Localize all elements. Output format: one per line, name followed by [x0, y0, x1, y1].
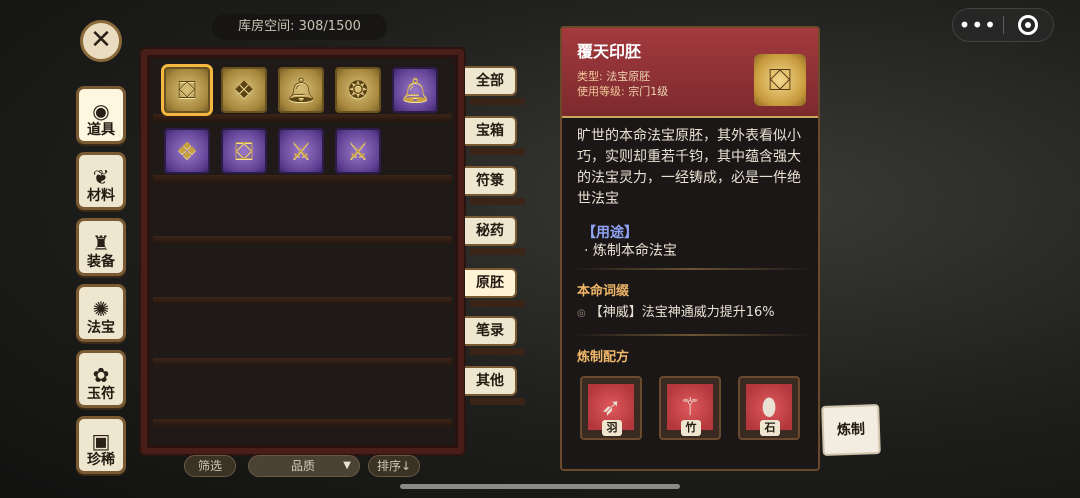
seal-cube-icon: ❖: [176, 137, 198, 165]
item-name: 覆天印胚: [577, 42, 642, 61]
nav-tab-label: 装备: [87, 254, 115, 270]
storage-capacity: 库房空间: 308/1500: [212, 14, 387, 40]
item-level-label: 使用等级:: [577, 85, 625, 98]
category-tab-other[interactable]: 其他: [465, 366, 517, 396]
nav-tab-materials[interactable]: ❦ 材料: [76, 152, 126, 210]
category-tab-talismans[interactable]: 符箓: [465, 166, 517, 196]
nav-tab-label: 材料: [87, 188, 115, 204]
more-icon[interactable]: •••: [953, 10, 1003, 40]
item-description: 旷世的本命法宝原胚，其外表看似小巧，实则却重若千钧，其中蕴含强大的法宝灵力，一经…: [577, 128, 801, 207]
inventory-slot[interactable]: ❖: [221, 67, 267, 113]
inventory-slot[interactable]: ⛋: [161, 64, 213, 116]
shelf-board: [153, 358, 452, 366]
sword-icon: ⚔: [347, 137, 369, 165]
item-detail-panel: 覆天印胚 类型: 法宝原胚 使用等级: 宗门1级 ⛋ 旷世的本命法宝原胚，其外表…: [560, 26, 820, 471]
target-icon: [1018, 15, 1039, 35]
shelf-board: [153, 297, 452, 305]
nav-tab-treasures[interactable]: ✺ 法宝: [76, 284, 126, 342]
chevron-down-icon: ▼: [343, 460, 351, 471]
bell-icon: 🔔︎: [399, 76, 431, 104]
affix-text: 【神威】法宝神通威力提升16%: [589, 305, 775, 320]
inventory-slot[interactable]: ⚔: [335, 128, 381, 174]
close-button[interactable]: ✕: [80, 20, 122, 62]
nav-tab-label: 道具: [87, 122, 115, 138]
treasure-box-icon: ⛋: [754, 54, 806, 106]
cauldron-icon: ❂: [347, 76, 369, 104]
material-label: 石: [760, 420, 780, 436]
item-type: 类型: 法宝原胚: [577, 68, 650, 84]
seal-cube-icon: ❖: [233, 76, 255, 104]
item-detail-header: 覆天印胚 类型: 法宝原胚 使用等级: 宗门1级 ⛋: [562, 28, 818, 118]
nav-tab-equipment[interactable]: ♜ 装备: [76, 218, 126, 276]
close-program-button[interactable]: [1003, 15, 1053, 35]
material-slot[interactable]: ➶ 羽: [580, 376, 642, 440]
divider: [572, 334, 812, 336]
inventory-shelf: ⛋ ❖ 🔔︎ ❂ 🔔︎ ❖ ⛋ ⚔ ⚔: [141, 49, 464, 454]
inventory-slot[interactable]: 🔔︎: [278, 67, 324, 113]
tab-shelf: [470, 398, 525, 405]
shelf-board: [153, 236, 452, 244]
recipe-title: 炼制配方: [577, 350, 630, 365]
shelf-board: [153, 175, 452, 183]
material-label: 羽: [602, 420, 622, 436]
filter-button[interactable]: 筛选: [184, 455, 236, 477]
armor-icon: ♜: [92, 231, 110, 255]
usage-title: 【用途】: [582, 225, 638, 241]
usage-item: · 炼制本命法宝: [584, 243, 677, 259]
nav-tab-label: 玉符: [87, 386, 115, 402]
material-slot[interactable]: ⬮ 石: [738, 376, 800, 440]
affix-title: 本命词缀: [577, 284, 630, 299]
nav-tab-label: 法宝: [87, 320, 115, 336]
chest-icon: ▣: [91, 429, 111, 453]
material-slot[interactable]: ⚚ 竹: [659, 376, 721, 440]
category-tab-elixirs[interactable]: 秘药: [465, 216, 517, 246]
treasure-box-icon: ⛋: [177, 76, 197, 104]
gourd-icon: ✺: [92, 297, 110, 321]
category-tab-all[interactable]: 全部: [465, 66, 517, 96]
tab-shelf: [470, 198, 525, 205]
category-tab-chests[interactable]: 宝箱: [465, 116, 517, 146]
inventory-slot[interactable]: 🔔︎: [392, 67, 438, 113]
item-level: 使用等级: 宗门1级: [577, 83, 668, 99]
nav-tab-talismans[interactable]: ✿ 玉符: [76, 350, 126, 408]
shelf-board: [153, 114, 452, 122]
quality-dropdown-value: 品质: [291, 459, 316, 473]
quality-dropdown[interactable]: 品质 ▼: [248, 455, 360, 477]
nav-tab-label: 珍稀: [87, 452, 115, 468]
nav-tab-items[interactable]: ◉ 道具: [76, 86, 126, 144]
bag-icon: ◉: [92, 99, 110, 123]
shelf-board: [153, 419, 452, 427]
tab-shelf: [470, 300, 525, 307]
talisman-icon: ✿: [92, 363, 110, 387]
craft-button[interactable]: 炼制: [821, 404, 881, 456]
category-tab-embryos[interactable]: 原胚: [465, 268, 517, 298]
tab-shelf: [470, 148, 525, 155]
affix-row: ◎ 【神威】法宝神通威力提升16%: [577, 301, 775, 320]
treasure-box-icon: ⛋: [234, 137, 254, 165]
bullet-icon: ◎: [577, 308, 586, 319]
sort-button[interactable]: 排序↓: [368, 455, 420, 477]
divider: [572, 268, 812, 270]
inventory-slot[interactable]: ❖: [164, 128, 210, 174]
item-type-value: 法宝原胚: [606, 70, 651, 83]
material-label: 竹: [681, 420, 701, 436]
item-level-value: 宗门1级: [628, 85, 669, 98]
mini-program-capsule: •••: [952, 8, 1054, 42]
tab-shelf: [470, 98, 525, 105]
nav-tab-rare[interactable]: ▣ 珍稀: [76, 416, 126, 474]
inventory-slot[interactable]: ⚔: [278, 128, 324, 174]
inventory-slot[interactable]: ⛋: [221, 128, 267, 174]
bell-icon: 🔔︎: [285, 76, 317, 104]
leaf-icon: ❦: [92, 165, 110, 189]
home-indicator[interactable]: [400, 484, 680, 489]
item-type-label: 类型:: [577, 70, 603, 83]
sword-icon: ⚔: [290, 137, 312, 165]
inventory-slot[interactable]: ❂: [335, 67, 381, 113]
tab-shelf: [470, 348, 525, 355]
category-tab-notes[interactable]: 笔录: [465, 316, 517, 346]
tab-shelf: [470, 248, 525, 255]
